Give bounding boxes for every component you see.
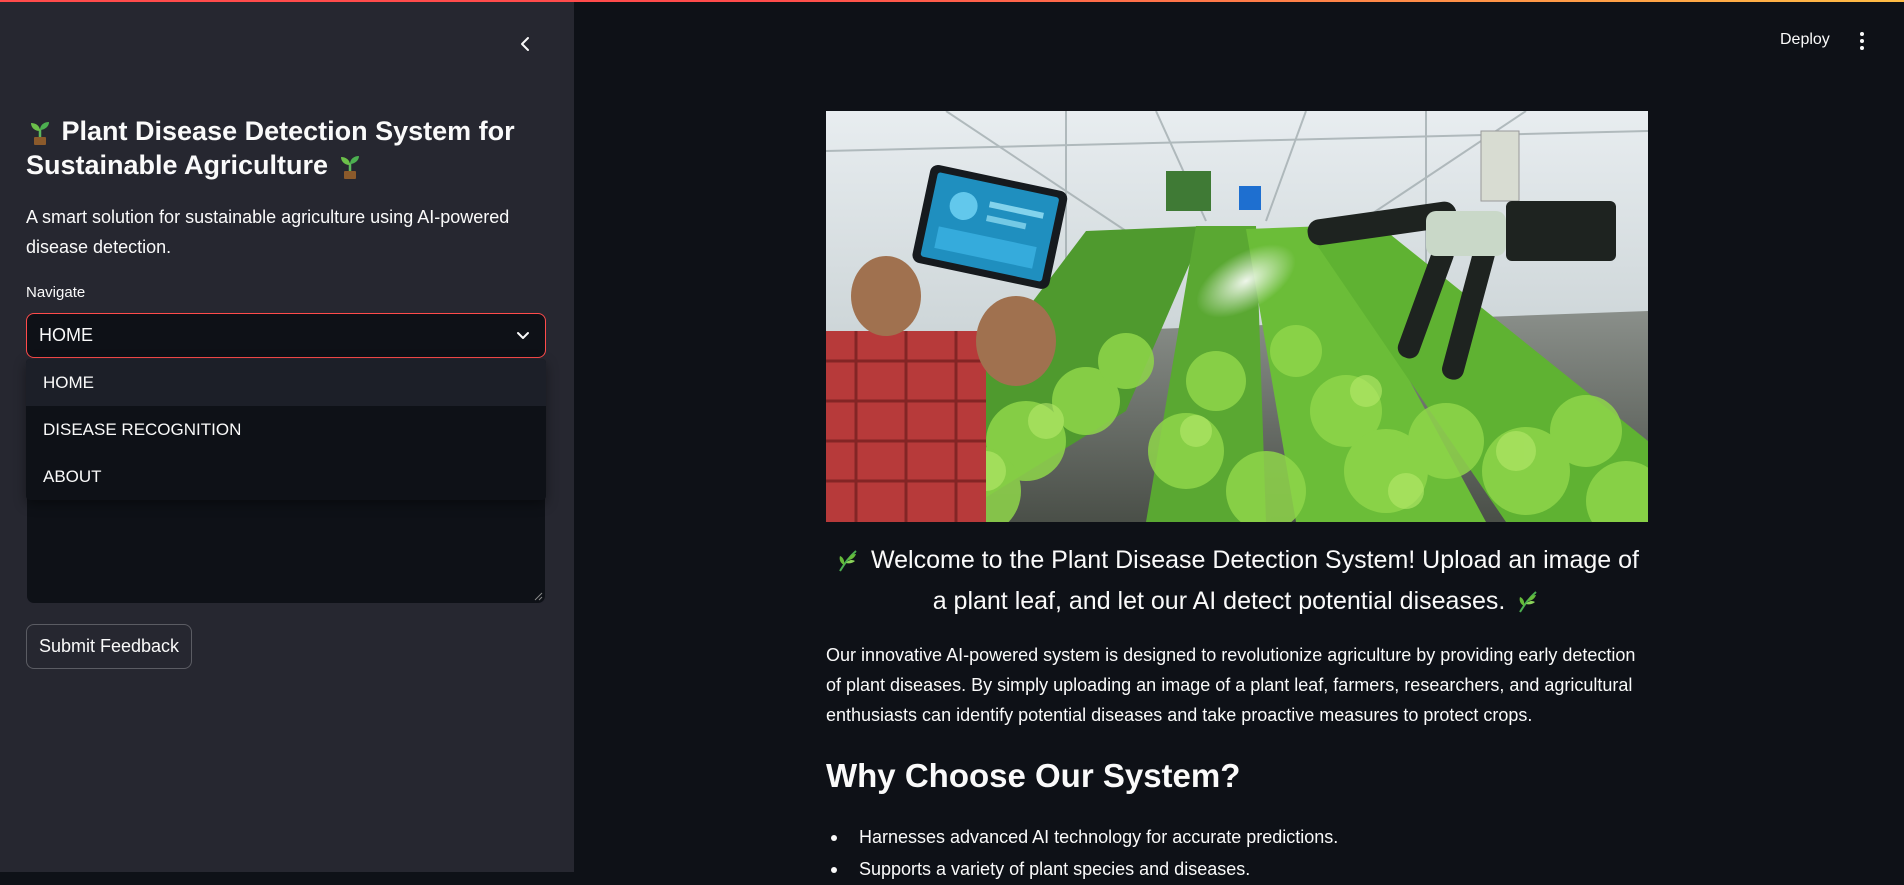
feature-list: Harnesses advanced AI technology for acc… (826, 821, 1648, 885)
sidebar-subtitle: A smart solution for sustainable agricul… (26, 207, 510, 257)
sidebar-title-line2: Sustainable Agriculture (26, 150, 329, 180)
welcome-text: Welcome to the Plant Disease Detection S… (826, 540, 1648, 622)
why-choose-heading: Why Choose Our System? (826, 757, 1241, 794)
hero-image (826, 111, 1648, 522)
seedling-icon (31, 121, 49, 145)
dropdown-option-about[interactable]: ABOUT (26, 453, 546, 500)
greenhouse-illustration (826, 111, 1648, 522)
seedling-icon (340, 155, 359, 179)
chevron-down-icon (517, 332, 529, 339)
navigate-select-value: HOME (39, 325, 93, 345)
navigate-select[interactable]: HOME (26, 313, 546, 358)
kebab-menu-icon[interactable] (1852, 30, 1872, 52)
sidebar: Plant Disease Detection System for Susta… (0, 0, 574, 872)
chevron-left-icon (521, 37, 529, 51)
top-decoration-bar (0, 0, 1904, 2)
navigate-label: Navigate (26, 284, 86, 301)
dropdown-option-disease-recognition[interactable]: DISEASE RECOGNITION (26, 406, 546, 453)
sidebar-title-line1: Plant Disease Detection System for (61, 116, 515, 146)
resize-handle-icon[interactable] (533, 591, 543, 601)
list-item: Harnesses advanced AI technology for acc… (826, 821, 1648, 853)
submit-feedback-button[interactable]: Submit Feedback (26, 624, 192, 669)
herb-icon (839, 550, 857, 572)
deploy-button[interactable]: Deploy (1780, 31, 1830, 49)
dropdown-option-home[interactable]: HOME (26, 359, 546, 406)
herb-icon (1519, 591, 1537, 613)
list-item: Supports a variety of plant species and … (826, 853, 1648, 885)
navigate-dropdown: HOME DISEASE RECOGNITION ABOUT (26, 359, 546, 500)
collapse-sidebar-button[interactable] (511, 30, 539, 58)
sidebar-title: Plant Disease Detection System for Susta… (26, 114, 546, 182)
description-paragraph: Our innovative AI-powered system is desi… (826, 645, 1636, 725)
